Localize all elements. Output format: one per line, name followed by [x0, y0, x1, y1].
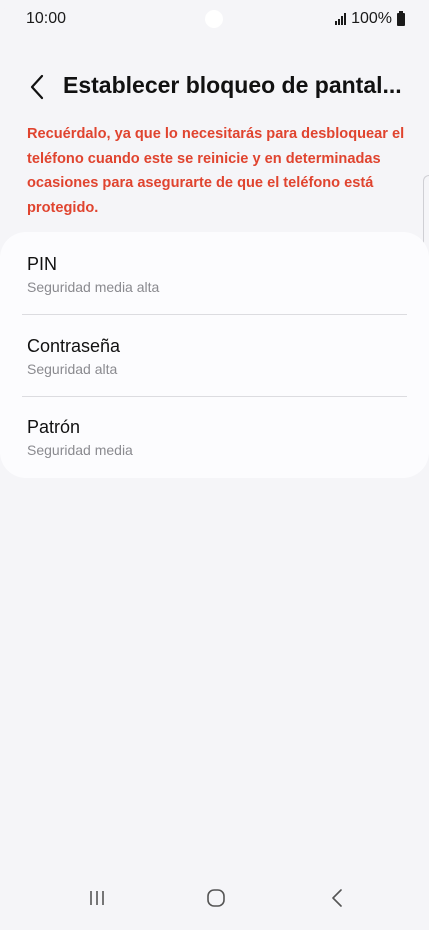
nav-back-button[interactable] — [317, 884, 357, 912]
navigation-bar — [0, 872, 429, 930]
chevron-left-icon — [30, 74, 44, 100]
battery-icon — [397, 10, 405, 26]
option-description: Seguridad media — [27, 442, 133, 458]
home-button[interactable] — [196, 884, 236, 912]
screen: 10:00 100% Establecer bloqueo de pantal.… — [0, 0, 429, 930]
status-indicators: 100% — [335, 10, 405, 28]
option-description: Seguridad alta — [27, 361, 118, 377]
option-password[interactable]: Contraseña Seguridad alta — [0, 315, 429, 397]
recents-button[interactable] — [77, 884, 117, 912]
option-label: Contraseña — [27, 336, 121, 356]
option-pattern[interactable]: Patrón Seguridad media — [0, 397, 429, 479]
option-label: PIN — [27, 254, 58, 274]
status-bar: 10:00 100% — [0, 0, 429, 40]
option-label: Patrón — [27, 417, 81, 437]
app-bar: Establecer bloqueo de pantal... — [0, 68, 429, 108]
status-time: 10:00 — [26, 10, 67, 27]
signal-icon — [335, 13, 347, 25]
back-button[interactable] — [22, 70, 52, 104]
page-title: Establecer bloqueo de pantal... — [63, 72, 402, 98]
lock-options-card: PIN Seguridad media alta Contraseña Segu… — [0, 232, 429, 478]
recent-apps-icon — [90, 891, 104, 905]
warning-message: Recuérdalo, ya que lo necesitarás para d… — [27, 126, 405, 216]
camera-cutout — [205, 10, 223, 28]
option-description: Seguridad media alta — [27, 279, 160, 295]
back-icon — [332, 889, 342, 907]
option-pin[interactable]: PIN Seguridad media alta — [0, 232, 429, 314]
battery-percentage: 100% — [351, 10, 392, 27]
home-icon — [207, 889, 225, 907]
